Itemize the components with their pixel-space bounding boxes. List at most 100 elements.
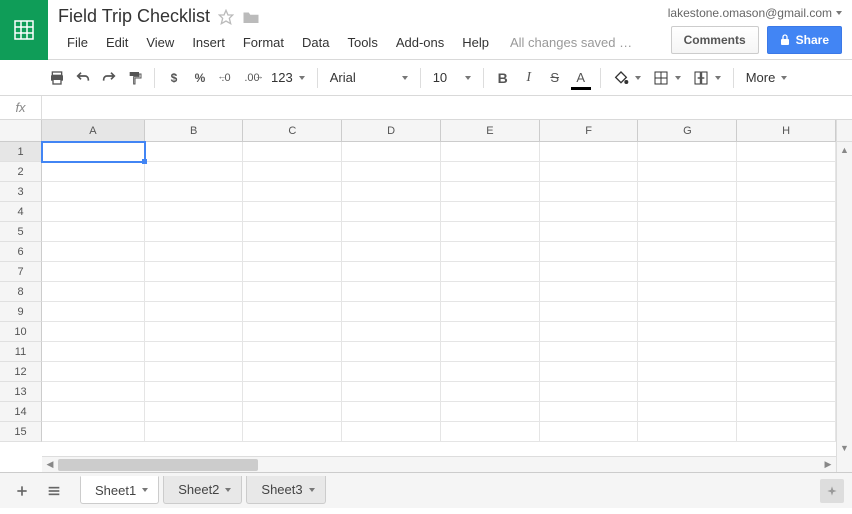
cell-B11[interactable] [145,342,244,362]
cell-G14[interactable] [638,402,737,422]
cell-C13[interactable] [243,382,342,402]
menu-addons[interactable]: Add-ons [387,31,453,54]
row-header-15[interactable]: 15 [0,422,42,442]
cell-G6[interactable] [638,242,737,262]
row-header-3[interactable]: 3 [0,182,42,202]
cell-A7[interactable] [42,262,145,282]
cell-G4[interactable] [638,202,737,222]
format-percent-button[interactable]: % [187,65,213,91]
undo-button[interactable] [70,65,96,91]
bold-button[interactable]: B [490,65,516,91]
cell-B13[interactable] [145,382,244,402]
cell-C7[interactable] [243,262,342,282]
cell-D7[interactable] [342,262,441,282]
cell-C1[interactable] [243,142,342,162]
cell-A8[interactable] [42,282,145,302]
menu-edit[interactable]: Edit [97,31,137,54]
cell-C15[interactable] [243,422,342,442]
col-header-E[interactable]: E [441,120,540,142]
cell-E7[interactable] [441,262,540,282]
cell-F11[interactable] [540,342,639,362]
cell-F10[interactable] [540,322,639,342]
cell-G1[interactable] [638,142,737,162]
cell-A13[interactable] [42,382,145,402]
cell-D8[interactable] [342,282,441,302]
sheet-tab-sheet3[interactable]: Sheet3 [246,476,325,504]
row-header-9[interactable]: 9 [0,302,42,322]
sheets-logo[interactable] [0,0,48,60]
cell-B9[interactable] [145,302,244,322]
cell-B2[interactable] [145,162,244,182]
cell-A9[interactable] [42,302,145,322]
cell-B7[interactable] [145,262,244,282]
cell-B5[interactable] [145,222,244,242]
text-color-button[interactable]: A [568,65,594,91]
col-header-A[interactable]: A [42,120,145,142]
cell-F5[interactable] [540,222,639,242]
cell-C11[interactable] [243,342,342,362]
col-header-B[interactable]: B [145,120,244,142]
cell-F14[interactable] [540,402,639,422]
row-header-5[interactable]: 5 [0,222,42,242]
cell-B3[interactable] [145,182,244,202]
cell-G2[interactable] [638,162,737,182]
row-header-11[interactable]: 11 [0,342,42,362]
cell-A6[interactable] [42,242,145,262]
increase-decimal-button[interactable]: .00→ [239,65,265,91]
cell-D1[interactable] [342,142,441,162]
row-header-1[interactable]: 1 [0,142,42,162]
cell-C14[interactable] [243,402,342,422]
cell-D13[interactable] [342,382,441,402]
sheet-tab-sheet1[interactable]: Sheet1 [80,476,159,504]
cell-D10[interactable] [342,322,441,342]
select-all-corner[interactable] [0,120,42,142]
cell-A15[interactable] [42,422,145,442]
col-header-F[interactable]: F [540,120,639,142]
cell-G5[interactable] [638,222,737,242]
horizontal-scrollbar[interactable]: ◀ ▶ [42,456,836,472]
cell-F9[interactable] [540,302,639,322]
cell-A11[interactable] [42,342,145,362]
cell-E15[interactable] [441,422,540,442]
cell-D14[interactable] [342,402,441,422]
cell-B6[interactable] [145,242,244,262]
cell-E14[interactable] [441,402,540,422]
comments-button[interactable]: Comments [671,26,759,54]
cell-G8[interactable] [638,282,737,302]
cell-F13[interactable] [540,382,639,402]
cell-F1[interactable] [540,142,639,162]
cell-F7[interactable] [540,262,639,282]
cell-H14[interactable] [737,402,836,422]
cell-H11[interactable] [737,342,836,362]
cells[interactable] [42,142,836,450]
scroll-up-button[interactable]: ▲ [837,142,852,158]
row-header-4[interactable]: 4 [0,202,42,222]
cell-D4[interactable] [342,202,441,222]
cell-B8[interactable] [145,282,244,302]
cell-A3[interactable] [42,182,145,202]
cell-C9[interactable] [243,302,342,322]
col-header-D[interactable]: D [342,120,441,142]
menu-data[interactable]: Data [293,31,338,54]
cell-B15[interactable] [145,422,244,442]
cell-C2[interactable] [243,162,342,182]
cell-E8[interactable] [441,282,540,302]
cell-E6[interactable] [441,242,540,262]
cell-A5[interactable] [42,222,145,242]
italic-button[interactable]: I [516,65,542,91]
font-family-dropdown[interactable]: Arial [324,65,414,91]
share-button[interactable]: Share [767,26,842,54]
cell-A10[interactable] [42,322,145,342]
row-header-14[interactable]: 14 [0,402,42,422]
decrease-decimal-button[interactable]: .0← [213,65,239,91]
star-icon[interactable] [218,9,234,25]
add-sheet-button[interactable] [8,477,36,505]
doc-title[interactable]: Field Trip Checklist [58,6,210,27]
cell-E11[interactable] [441,342,540,362]
cell-A2[interactable] [42,162,145,182]
explore-button[interactable] [820,479,844,503]
redo-button[interactable] [96,65,122,91]
cell-D15[interactable] [342,422,441,442]
cell-G15[interactable] [638,422,737,442]
cell-E4[interactable] [441,202,540,222]
